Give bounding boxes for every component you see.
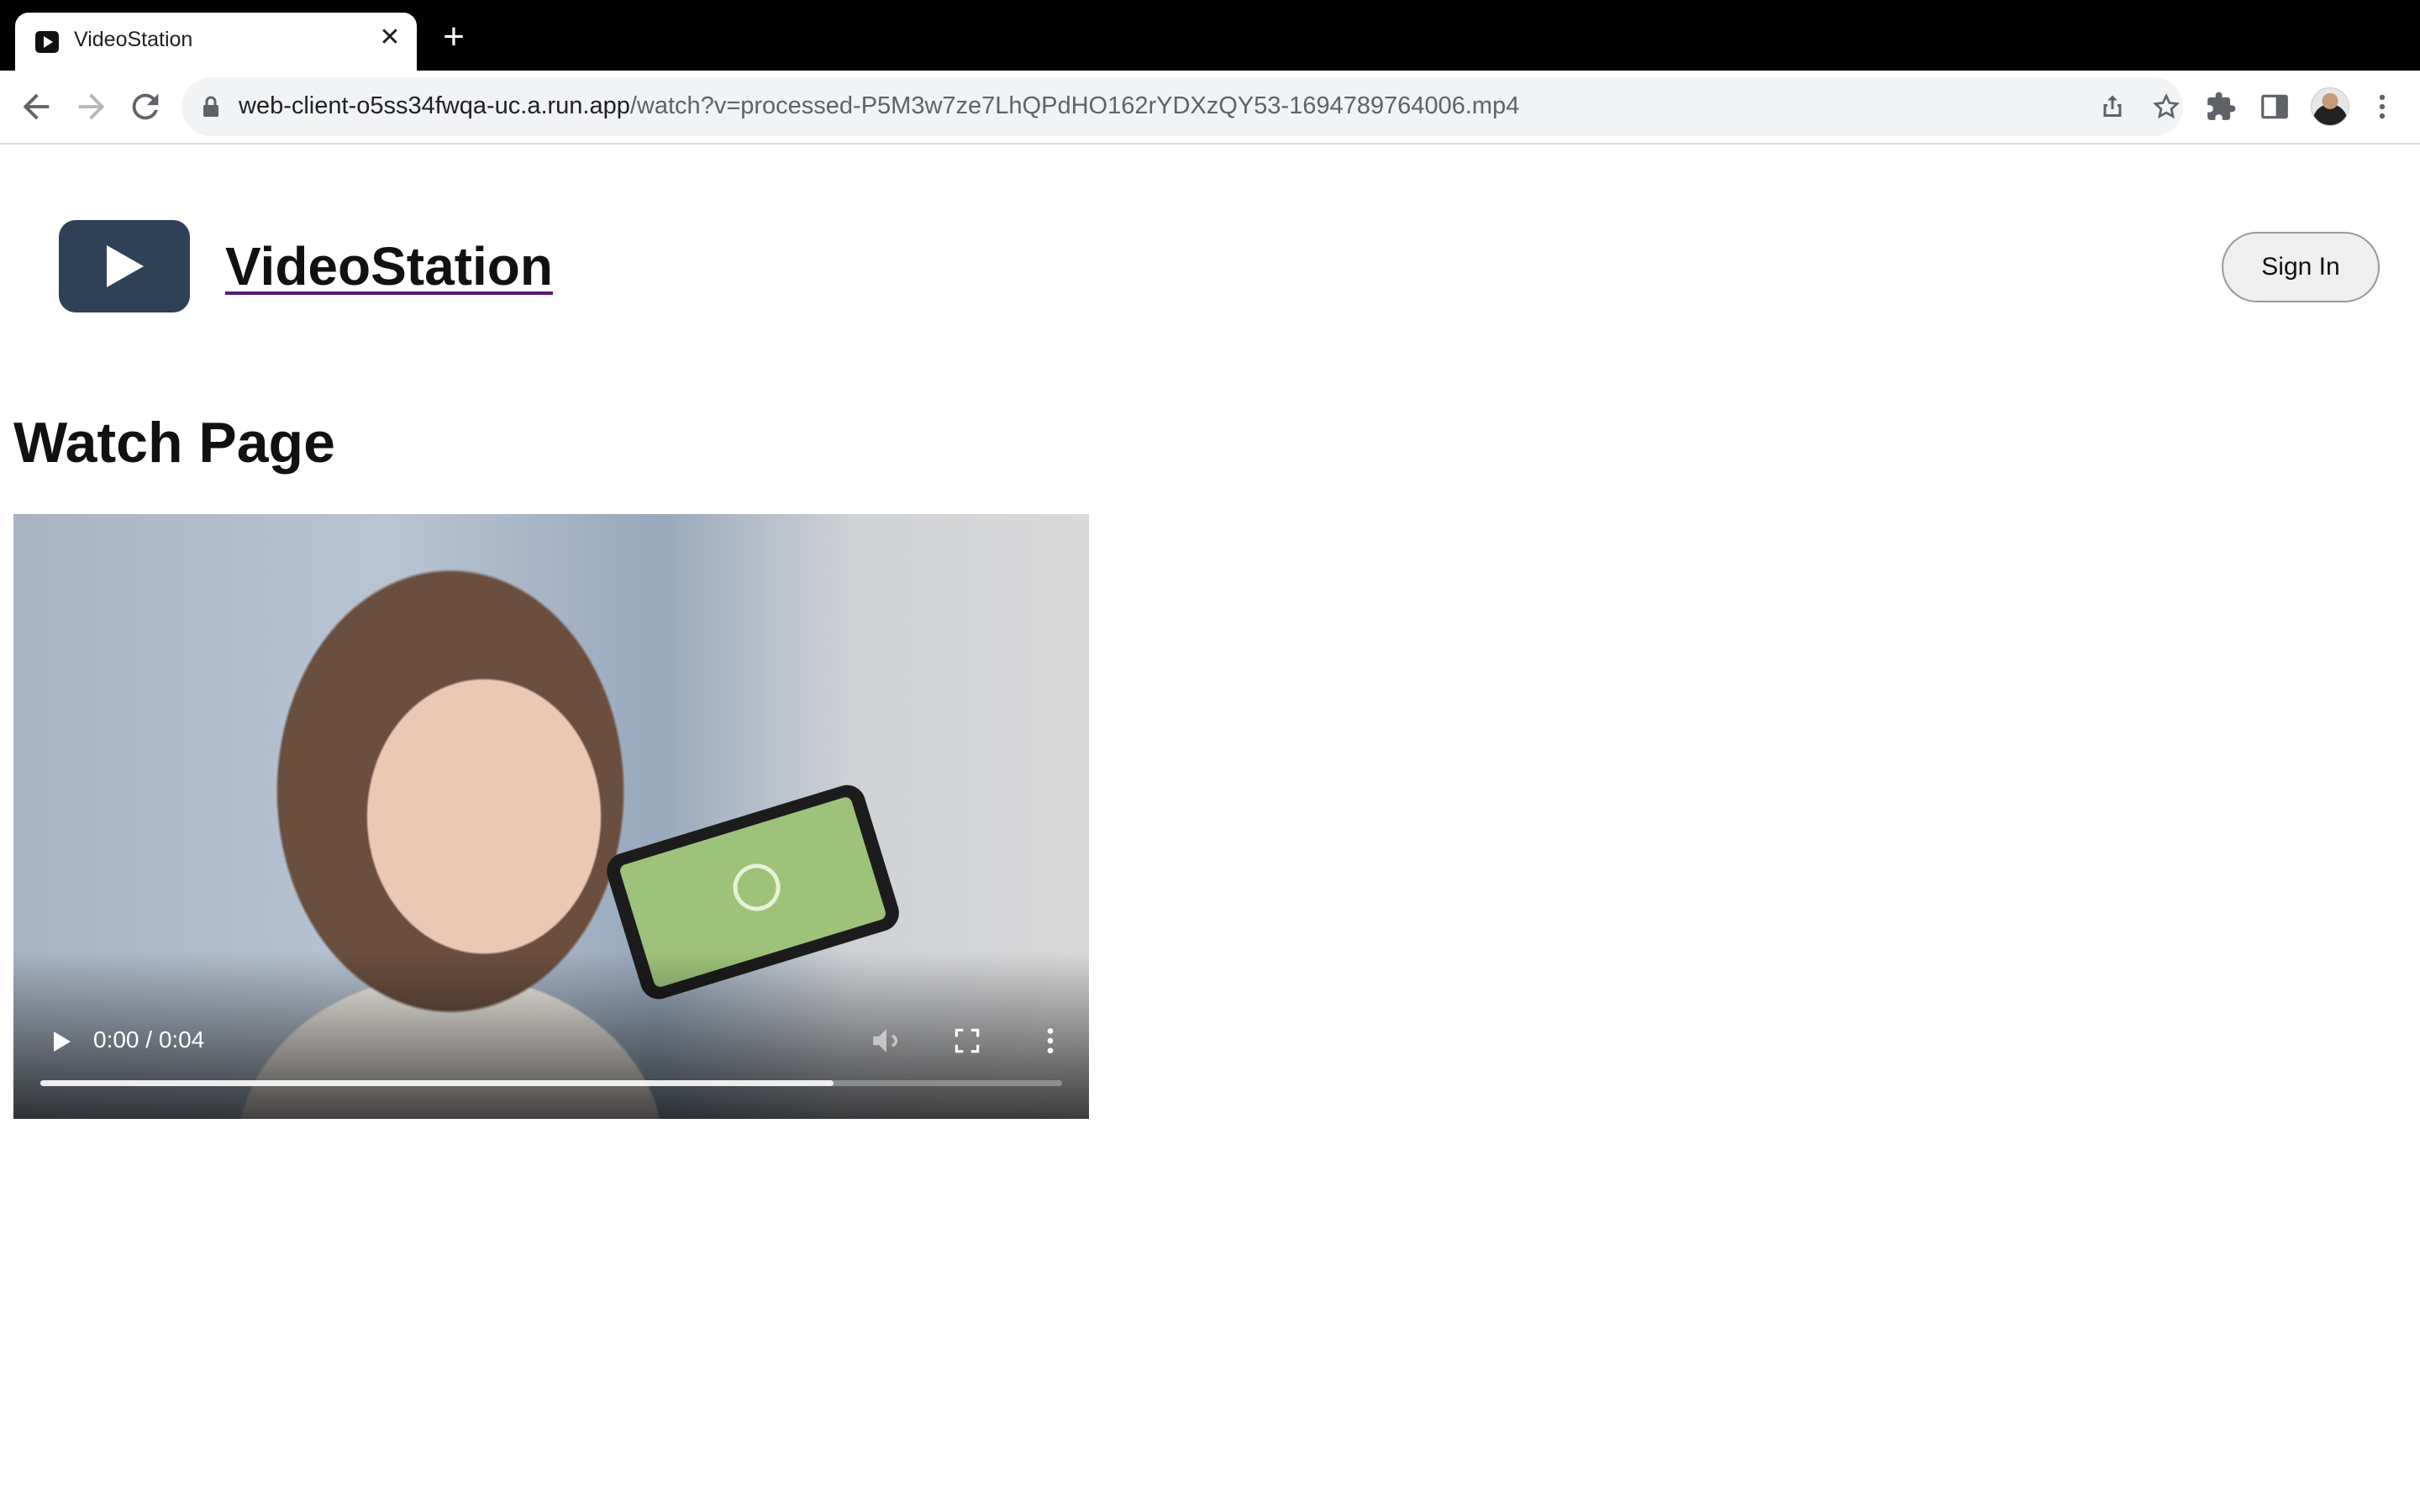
back-arrow-icon[interactable] — [17, 87, 55, 126]
time-display: 0:00 / 0:04 — [93, 1026, 205, 1053]
browser-toolbar: web-client-o5ss34fwqa-uc.a.run.app/watch… — [0, 71, 2420, 144]
seek-bar[interactable] — [40, 1080, 1062, 1086]
sign-in-button[interactable]: Sign In — [2222, 232, 2380, 302]
more-options-icon[interactable] — [1034, 1023, 1067, 1058]
address-bar[interactable]: web-client-o5ss34fwqa-uc.a.run.app/watch… — [182, 77, 2183, 136]
browser-tab-strip: VideoStation ✕ + — [0, 0, 2420, 71]
play-icon[interactable] — [44, 1025, 77, 1058]
profile-avatar[interactable] — [2311, 87, 2349, 126]
video-player[interactable]: 0:00 / 0:04 — [13, 514, 1089, 1119]
extensions-puzzle-icon[interactable] — [2205, 91, 2237, 123]
page-title: Watch Page — [13, 411, 335, 475]
url-path: /watch?v=processed-P5M3w7ze7LhQPdHO162rY… — [629, 92, 1520, 119]
new-tab-button[interactable]: + — [437, 18, 471, 55]
url-host: web-client-o5ss34fwqa-uc.a.run.app — [239, 92, 630, 119]
browser-tab[interactable]: VideoStation ✕ — [15, 13, 417, 71]
reload-icon[interactable] — [126, 87, 165, 126]
side-panel-icon[interactable] — [2259, 91, 2291, 123]
brand-link[interactable]: VideoStation — [225, 235, 553, 297]
seek-bar-buffered — [40, 1080, 834, 1086]
forward-arrow-icon[interactable] — [72, 87, 111, 126]
videostation-logo-icon[interactable] — [59, 220, 190, 312]
lock-icon — [203, 96, 218, 117]
play-favicon-icon — [35, 31, 59, 53]
fullscreen-icon[interactable] — [951, 1025, 983, 1057]
share-icon[interactable] — [2097, 92, 2128, 122]
browser-menu-icon[interactable] — [2366, 91, 2398, 123]
volume-muted-icon[interactable] — [869, 1023, 904, 1058]
url-text: web-client-o5ss34fwqa-uc.a.run.app/watch… — [239, 92, 1519, 120]
close-tab-icon[interactable]: ✕ — [376, 24, 403, 51]
bookmark-star-icon[interactable] — [2151, 92, 2181, 122]
tab-title: VideoStation — [74, 28, 193, 51]
